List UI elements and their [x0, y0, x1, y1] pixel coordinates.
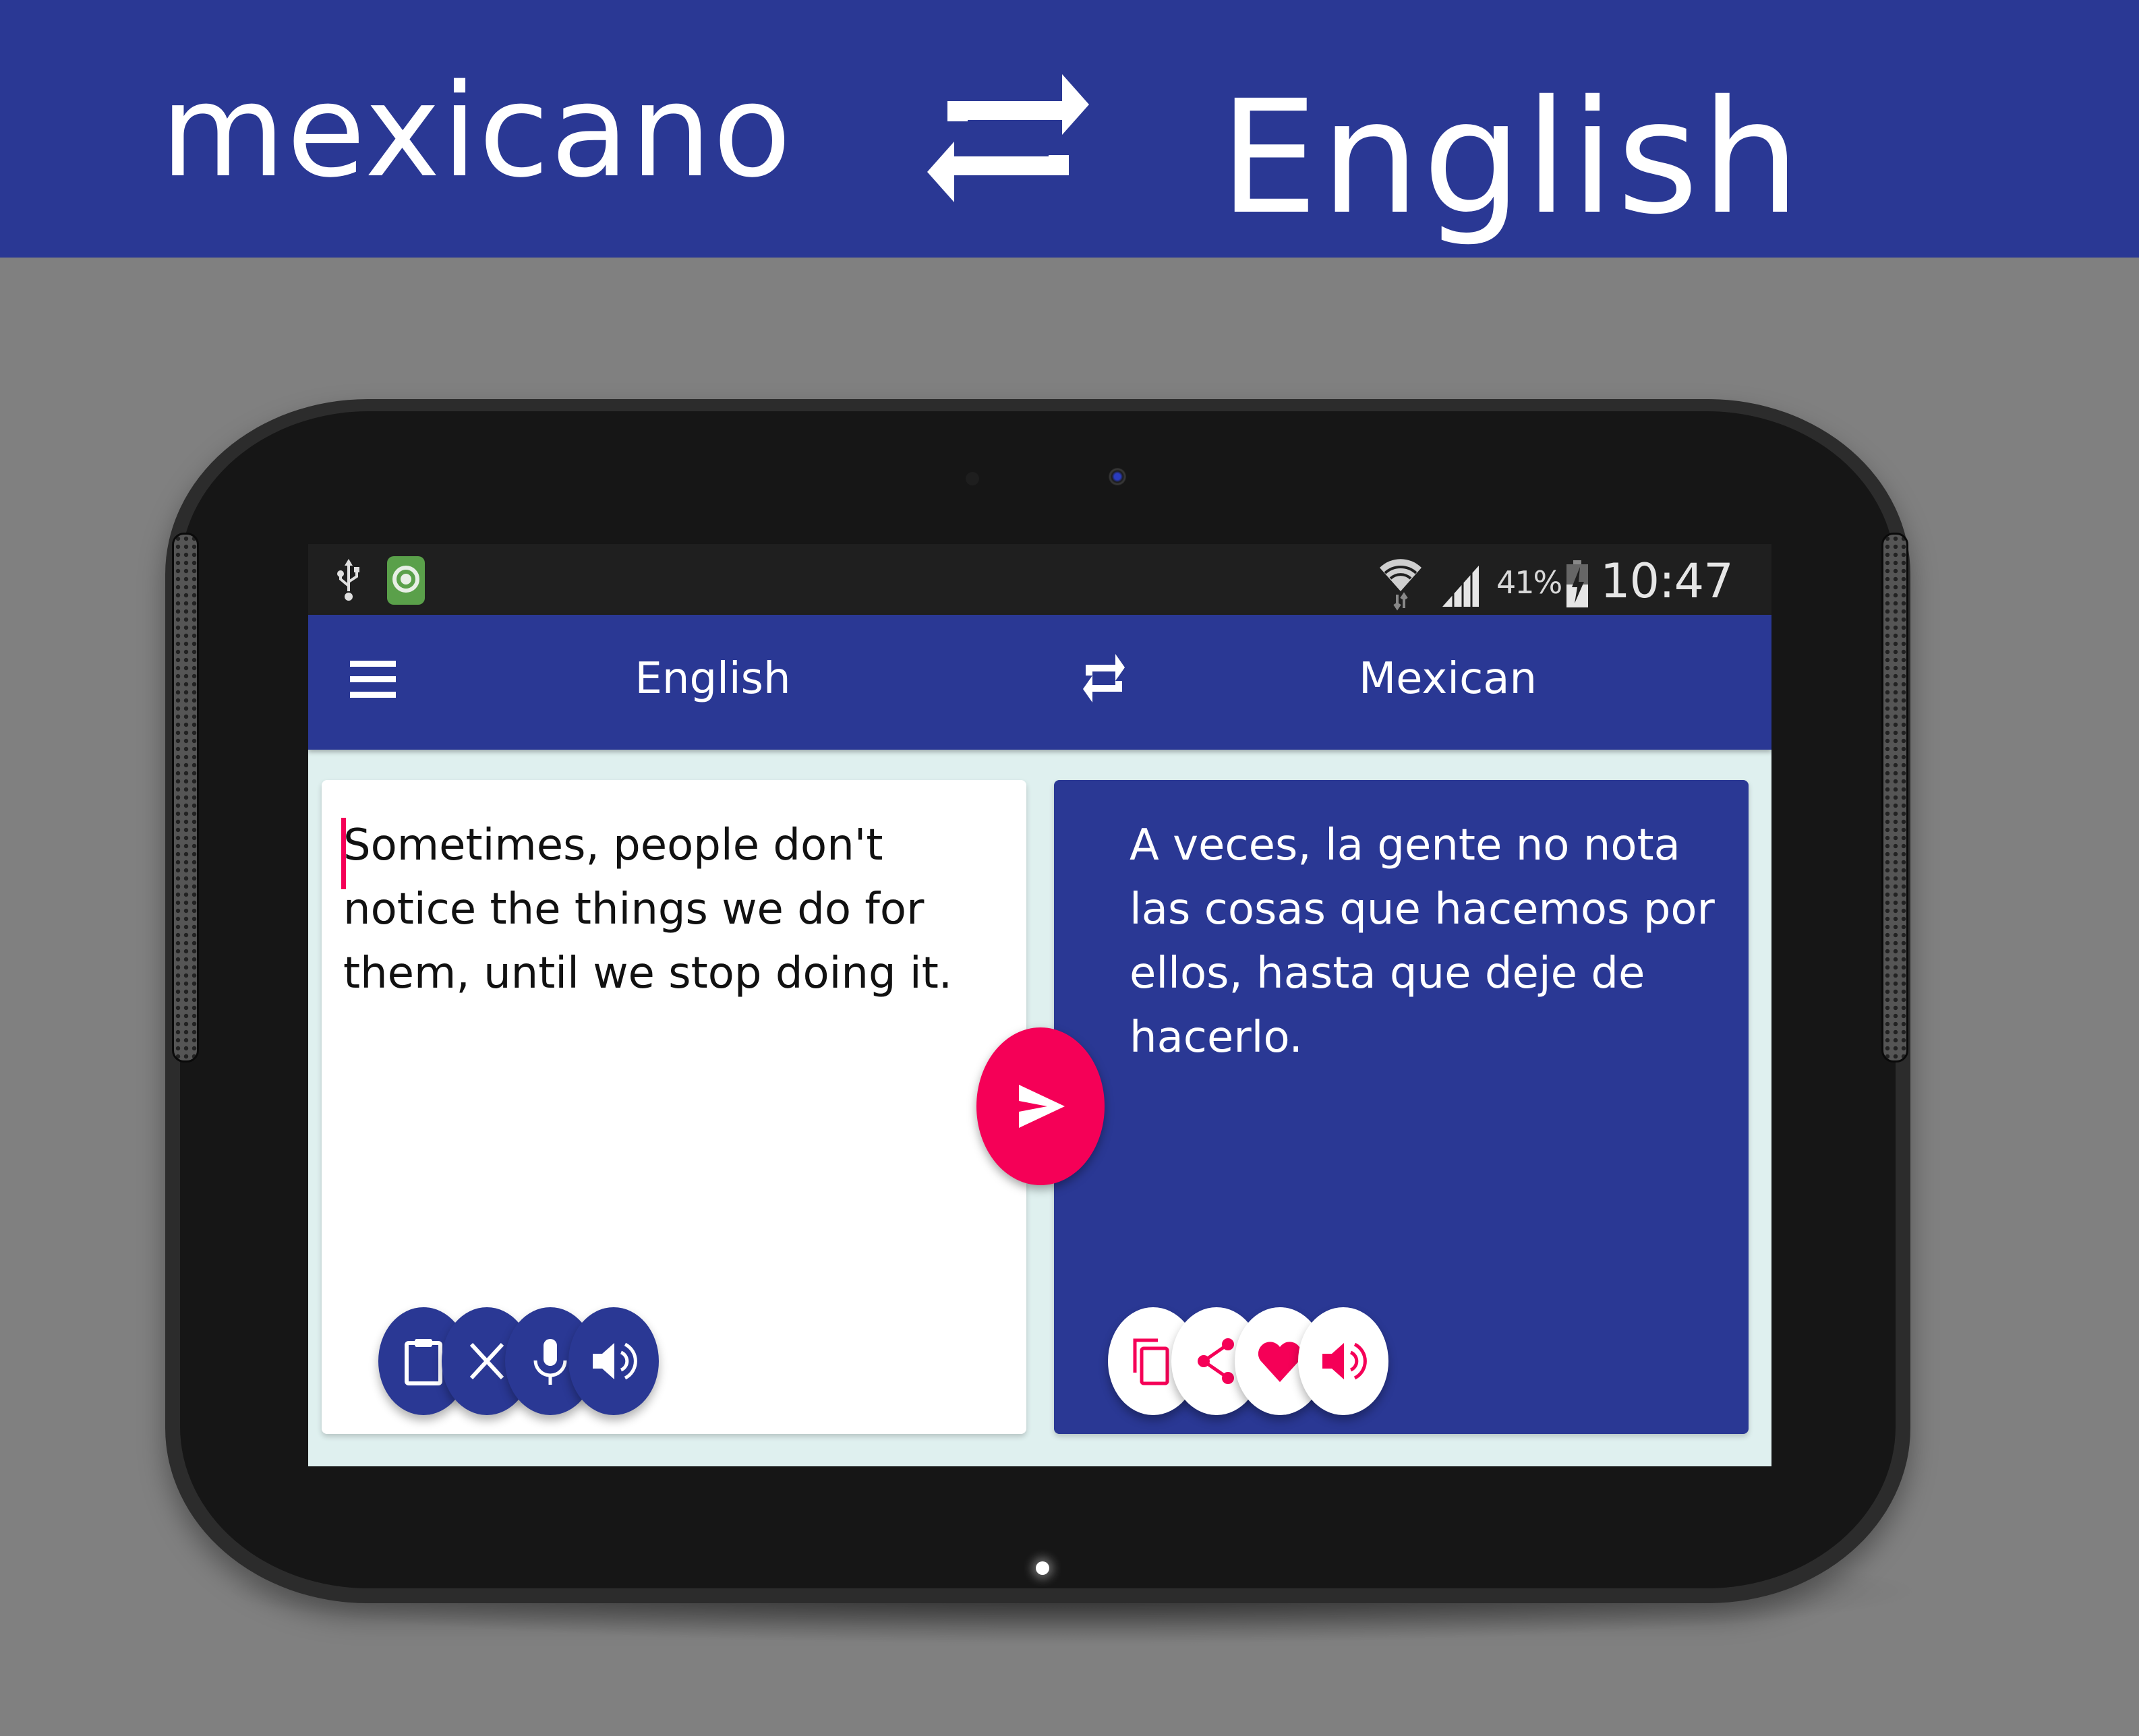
target-language-selector[interactable]: Mexican	[1306, 654, 1589, 704]
banner-target-language: English	[1219, 67, 1803, 249]
cell-signal-icon	[1442, 566, 1479, 607]
input-actions	[322, 1307, 1026, 1415]
app-notification-icon	[387, 556, 425, 605]
source-language-selector[interactable]: English	[612, 654, 814, 704]
translation-text: A veces, la gente no nota las cosas que …	[1130, 820, 1715, 1062]
input-card: Sometimes, people don't notice the thing…	[322, 780, 1026, 1434]
notification-led	[1036, 1561, 1049, 1575]
speaker-icon	[593, 1342, 637, 1380]
usb-icon	[337, 559, 359, 601]
speaker-grill-left	[172, 533, 199, 1062]
speak-translation-button[interactable]	[1298, 1307, 1388, 1415]
hamburger-menu-icon[interactable]	[350, 661, 396, 698]
output-actions	[1054, 1307, 1749, 1415]
swap-arrows-icon	[927, 74, 1089, 202]
speaker-grill-right	[1881, 533, 1908, 1062]
translate-button[interactable]	[976, 1027, 1105, 1185]
battery-percent: 41%	[1496, 564, 1562, 601]
front-camera	[1109, 468, 1126, 485]
output-card: A veces, la gente no nota las cosas que …	[1054, 780, 1749, 1434]
swap-languages-button[interactable]	[1080, 649, 1127, 708]
promo-banner: mexicano English	[0, 0, 2139, 258]
banner-source-language: mexicano	[160, 57, 793, 206]
speak-input-button[interactable]	[568, 1307, 659, 1415]
proximity-sensor	[966, 472, 979, 485]
battery-charging-icon	[1566, 560, 1588, 607]
input-text-field[interactable]: Sometimes, people don't notice the thing…	[343, 814, 999, 1006]
speaker-icon	[1322, 1342, 1367, 1380]
tablet-screen: 41% 10:47 AM English Mexican Sometimes, …	[308, 544, 1771, 1466]
status-bar: 41% 10:47 AM	[308, 544, 1771, 664]
send-icon	[1019, 1085, 1065, 1128]
app-bar: English Mexican	[308, 615, 1771, 750]
wifi-icon	[1380, 559, 1422, 611]
